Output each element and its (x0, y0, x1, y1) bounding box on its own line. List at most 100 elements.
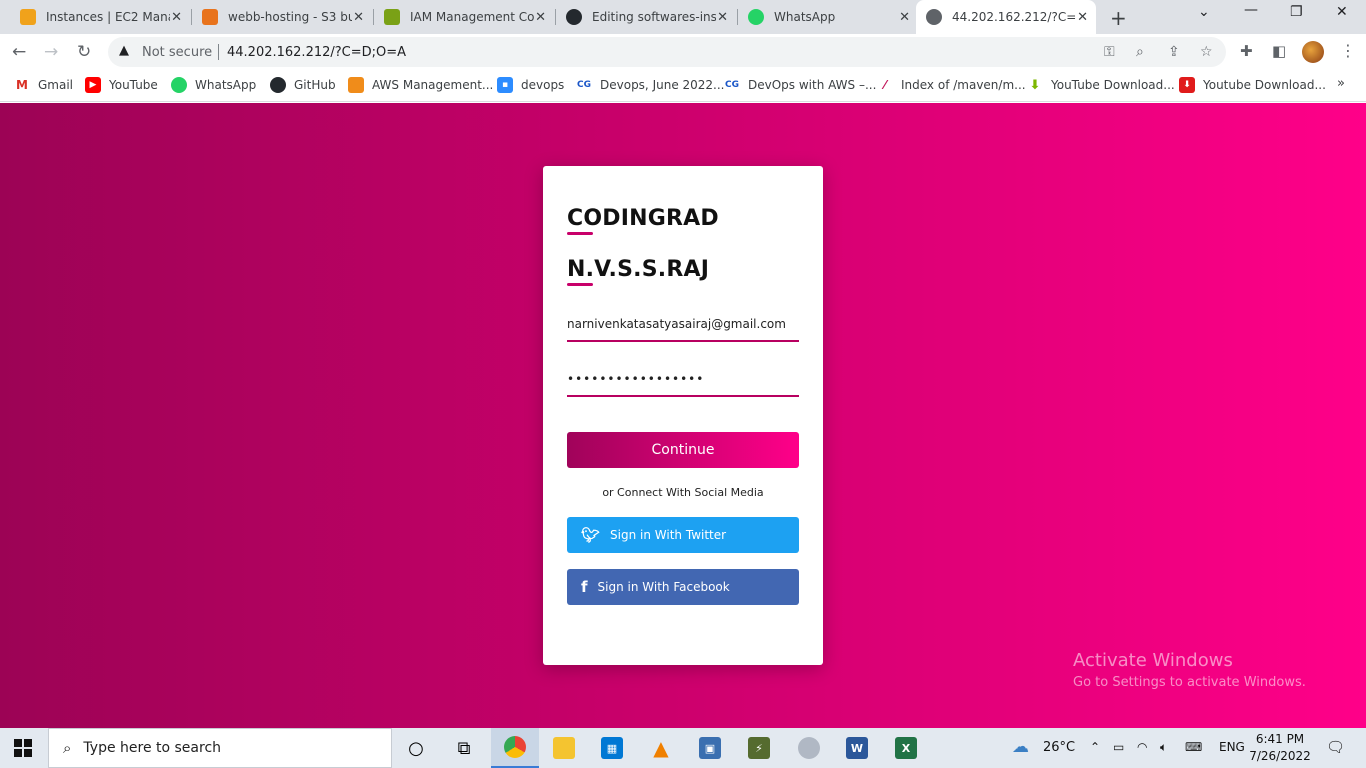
bookmarks-overflow-button[interactable]: » (1337, 76, 1345, 91)
notification-icon[interactable]: 🗨︎ (1326, 738, 1345, 756)
download-arrow-icon: ⬇ (1029, 77, 1041, 93)
vlc-cone-icon: ▲ (653, 736, 669, 760)
battery-icon[interactable]: ▭ (1113, 740, 1124, 754)
bookmark-label: Youtube Download... (1203, 78, 1326, 92)
whatsapp-icon (748, 9, 764, 25)
github-icon (566, 9, 582, 25)
vlc-taskbar-icon[interactable]: ▲ (637, 728, 685, 768)
bookmark-maven-index[interactable]: ⁄ Index of /maven/m... (877, 77, 1026, 93)
close-tab-icon[interactable]: ✕ (899, 10, 910, 25)
close-window-icon[interactable]: ✕ (1336, 4, 1348, 20)
restore-icon[interactable]: ❐ (1290, 4, 1303, 20)
connection-app-taskbar-icon[interactable] (785, 728, 833, 768)
new-tab-button[interactable]: + (1110, 6, 1127, 30)
bookmark-gmail[interactable]: M Gmail (14, 77, 73, 93)
excel-icon: X (895, 737, 917, 759)
forward-arrow-icon[interactable]: → (44, 42, 58, 62)
zoom-icon[interactable]: ⌕ (1136, 44, 1144, 60)
close-tab-icon[interactable]: ✕ (717, 10, 728, 25)
twitter-signin-button[interactable]: 🐦︎ Sign in With Twitter (567, 517, 799, 553)
tab-whatsapp[interactable]: WhatsApp ✕ (738, 0, 918, 34)
aws-cube-icon (348, 77, 364, 93)
putty-icon: ⚡ (748, 737, 770, 759)
url-text[interactable]: 44.202.162.212/?C=D;O=A (227, 45, 406, 60)
system-clock[interactable]: 6:41 PM 7/26/2022 (1248, 731, 1312, 765)
task-view-icon[interactable]: ⧉ (440, 728, 488, 768)
aws-cube-icon (20, 9, 36, 25)
windows-start-icon[interactable] (14, 739, 32, 757)
bookmark-devops[interactable]: ▪ devops (497, 77, 564, 93)
share-icon[interactable]: ⇪ (1168, 44, 1180, 60)
key-icon[interactable]: ⚿ (1104, 44, 1115, 60)
extensions-puzzle-icon[interactable]: ✚ (1240, 42, 1253, 60)
bookmark-youtube-downloader[interactable]: ⬇ YouTube Download... (1027, 77, 1175, 93)
bookmark-aws-management[interactable]: AWS Management... (348, 77, 493, 93)
input-language[interactable]: ENG (1219, 740, 1245, 754)
chevron-up-icon[interactable]: ⌃ (1090, 740, 1100, 754)
bookmarks-bar: M Gmail ▶ YouTube WhatsApp GitHub AWS Ma… (0, 70, 1366, 102)
wifi-icon[interactable]: ◠ (1137, 740, 1147, 754)
close-tab-icon[interactable]: ✕ (535, 10, 546, 25)
whatsapp-icon (171, 77, 187, 93)
warning-triangle-icon[interactable]: ▲ (119, 43, 129, 58)
bookmark-label: Gmail (38, 78, 74, 92)
tab-active-page[interactable]: 44.202.162.212/?C=D ✕ (916, 0, 1096, 34)
bookmark-devops-june[interactable]: CG Devops, June 2022... (576, 77, 725, 93)
file-explorer-taskbar-icon[interactable] (540, 728, 588, 768)
iam-key-icon (384, 9, 400, 25)
store-taskbar-icon[interactable]: ▦ (588, 728, 636, 768)
bookmark-github[interactable]: GitHub (270, 77, 336, 93)
back-arrow-icon[interactable]: ← (12, 42, 26, 62)
bookmark-youtube[interactable]: ▶ YouTube (85, 77, 158, 93)
kebab-menu-icon[interactable]: ⋮ (1340, 41, 1356, 60)
social-media-caption: or Connect With Social Media (602, 486, 764, 499)
profile-avatar[interactable] (1302, 41, 1324, 63)
excel-taskbar-icon[interactable]: X (882, 728, 930, 768)
volume-icon[interactable]: 🔈︎ (1160, 740, 1167, 755)
bookmark-youtube-download[interactable]: ⬇ Youtube Download... (1179, 77, 1326, 93)
tab-title: IAM Management Con (410, 10, 534, 24)
keyboard-icon[interactable]: ⌨ (1185, 740, 1202, 754)
tab-iam-management[interactable]: IAM Management Con ✕ (374, 0, 554, 34)
bookmark-label: AWS Management... (372, 78, 494, 92)
login-card: CODINGRAD N.V.S.S.RAJ Continue or Connec… (543, 166, 823, 665)
tab-ec2-instances[interactable]: Instances | EC2 Manag ✕ (10, 0, 190, 34)
github-icon (270, 77, 286, 93)
facebook-signin-button[interactable]: f Sign in With Facebook (567, 569, 799, 605)
password-field[interactable] (567, 363, 799, 397)
taskbar-search-box[interactable]: ⌕ Type here to search (48, 728, 392, 768)
weather-cloud-icon[interactable]: ☁ (1012, 737, 1029, 757)
email-field[interactable] (567, 308, 799, 342)
close-tab-icon[interactable]: ✕ (1077, 10, 1088, 25)
bookmark-star-icon[interactable]: ☆ (1200, 44, 1213, 60)
watermark-subtitle: Go to Settings to activate Windows. (1073, 675, 1306, 690)
tab-title: Editing softwares-insta (592, 10, 716, 24)
reload-icon[interactable]: ↻ (77, 42, 91, 62)
weather-temperature[interactable]: 26°C (1043, 740, 1075, 755)
bookmark-whatsapp[interactable]: WhatsApp (171, 77, 256, 93)
tab-github-editing[interactable]: Editing softwares-insta ✕ (556, 0, 736, 34)
close-tab-icon[interactable]: ✕ (353, 10, 364, 25)
address-bar[interactable]: ▲ Not secure 44.202.162.212/?C=D;O=A ⚿ ⌕… (108, 37, 1226, 67)
continue-button[interactable]: Continue (567, 432, 799, 468)
bookmark-label: Index of /maven/m... (901, 78, 1026, 92)
word-taskbar-icon[interactable]: W (833, 728, 881, 768)
bookmark-devops-aws[interactable]: CG DevOps with AWS –... (724, 77, 876, 93)
security-status[interactable]: Not secure (142, 45, 212, 60)
feather-icon: ⁄ (883, 78, 886, 92)
tab-title: webb-hosting - S3 buc (228, 10, 352, 24)
putty-taskbar-icon[interactable]: ⚡ (735, 728, 783, 768)
tab-search-icon[interactable]: ⌄ (1198, 4, 1210, 20)
tab-s3-bucket[interactable]: webb-hosting - S3 buc ✕ (192, 0, 372, 34)
cortana-icon[interactable]: ○ (392, 728, 440, 768)
windows-taskbar: ⌕ Type here to search ○ ⧉ ▦ ▲ ▣ ⚡ W X ☁ … (0, 728, 1366, 768)
globe-icon (926, 9, 942, 25)
network-computer-icon: ▣ (699, 737, 721, 759)
chrome-taskbar-icon[interactable] (491, 728, 539, 768)
minimize-icon[interactable]: — (1244, 2, 1258, 18)
network-app-taskbar-icon[interactable]: ▣ (686, 728, 734, 768)
youtube-icon: ▶ (85, 77, 101, 93)
close-tab-icon[interactable]: ✕ (171, 10, 182, 25)
tab-title: 44.202.162.212/?C=D (952, 10, 1076, 24)
side-panel-icon[interactable]: ◧ (1272, 42, 1286, 60)
